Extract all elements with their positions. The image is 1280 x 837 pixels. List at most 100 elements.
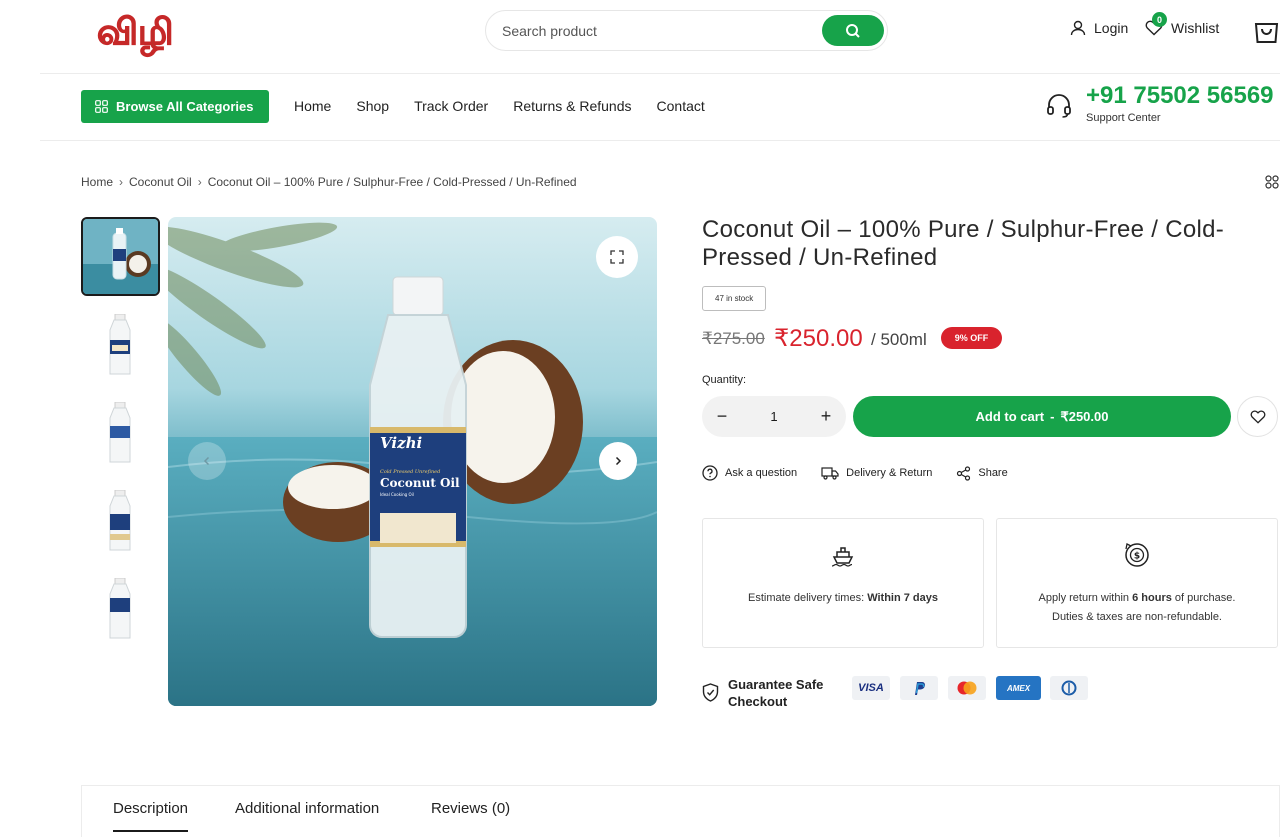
ask-question-link[interactable]: Ask a question (702, 465, 797, 481)
thumbnail-3[interactable] (81, 393, 160, 472)
thumbnail-list (81, 217, 161, 657)
diners-club-icon (1050, 676, 1088, 700)
breadcrumb: Home › Coconut Oil › Coconut Oil – 100% … (81, 175, 577, 189)
delivery-info-box: Estimate delivery times: Within 7 days (702, 518, 984, 648)
product-actions: Ask a question Delivery & Return Share (702, 465, 1008, 481)
product-thumbnail-image (83, 219, 158, 294)
nav-contact[interactable]: Contact (657, 98, 705, 114)
nav-shop[interactable]: Shop (356, 98, 389, 114)
wishlist-label: Wishlist (1171, 20, 1220, 36)
previous-image-button[interactable] (188, 442, 226, 480)
delivery-return-link[interactable]: Delivery & Return (821, 465, 932, 481)
chevron-right-icon (615, 456, 622, 466)
discount-badge: 9% OFF (941, 327, 1002, 349)
browse-categories-button[interactable]: Browse All Categories (81, 90, 269, 123)
truck-icon (821, 467, 839, 480)
header-divider (40, 73, 1280, 74)
visa-icon: VISA (852, 676, 890, 700)
return-money-icon: $ (1125, 543, 1149, 567)
nav-track-order[interactable]: Track Order (414, 98, 488, 114)
decrease-quantity-button[interactable]: − (712, 406, 732, 427)
add-to-cart-price: ₹250.00 (1060, 408, 1109, 424)
bottle-thumbnail-icon (109, 577, 130, 638)
sale-price: ₹250.00 (774, 325, 863, 352)
search-icon (846, 23, 860, 38)
return-info-line2: Duties & taxes are non-refundable. (1052, 611, 1222, 623)
breadcrumb-category[interactable]: Coconut Oil (129, 175, 192, 189)
bottle-subtitle: Cold Pressed Unrefined (380, 469, 440, 475)
tab-additional-information[interactable]: Additional information (235, 800, 379, 817)
thumbnail-5[interactable] (81, 569, 160, 648)
wishlist-count-badge: 0 (1152, 12, 1167, 27)
svg-text:$: $ (1134, 552, 1140, 562)
share-icon (957, 465, 971, 481)
nav-home[interactable]: Home (294, 98, 331, 114)
question-icon (702, 465, 718, 481)
thumbnail-2[interactable] (81, 305, 160, 384)
delivery-info-strong: Within 7 days (867, 592, 939, 604)
cart-button[interactable] (1253, 16, 1280, 49)
zoom-button[interactable] (596, 236, 638, 278)
login-label: Login (1094, 20, 1129, 36)
ask-question-label: Ask a question (725, 467, 798, 479)
quantity-value[interactable]: 1 (770, 409, 777, 424)
guarantee-checkout-label: Guarantee Safe Checkout (728, 677, 824, 709)
support-label: Support Center (1086, 112, 1161, 124)
breadcrumb-home[interactable]: Home (81, 175, 113, 189)
headset-icon (1046, 93, 1072, 124)
logo-text: விழி (97, 12, 173, 57)
login-link[interactable]: Login (1070, 20, 1128, 36)
chevron-left-icon (203, 456, 210, 466)
delivery-info-text: Estimate delivery times: (747, 592, 865, 604)
paypal-icon (900, 676, 938, 700)
shopping-bag-icon (1254, 23, 1279, 43)
expand-icon (610, 250, 624, 264)
delivery-return-label: Delivery & Return (846, 467, 933, 479)
shield-check-icon (702, 683, 719, 707)
chevron-right-icon: › (197, 175, 202, 189)
original-price: ₹275.00 (702, 329, 765, 348)
add-to-cart-button[interactable]: Add to cart - ₹250.00 (853, 396, 1231, 437)
return-info-text-2: of purchase. (1174, 592, 1236, 604)
thumbnail-1[interactable] (81, 217, 160, 296)
wishlist-link[interactable]: 0 Wishlist (1145, 12, 1220, 36)
browse-label: Browse All Categories (116, 99, 254, 114)
main-nav: Home Shop Track Order Returns & Refunds … (294, 98, 730, 114)
tab-description[interactable]: Description (113, 800, 189, 832)
search-button[interactable] (822, 15, 884, 46)
share-link[interactable]: Share (956, 465, 1008, 481)
quantity-label: Quantity: (702, 374, 747, 386)
increase-quantity-button[interactable]: + (816, 406, 836, 427)
user-icon (1070, 20, 1086, 36)
bottle-brand: Vizhi (380, 434, 422, 452)
grid-icon (95, 100, 108, 113)
search-bar (485, 10, 888, 51)
bottle-label: Vizhi Cold Pressed Unrefined Coconut Oil… (380, 434, 460, 497)
add-to-cart-label: Add to cart (975, 409, 1045, 424)
stock-badge: 47 in stock (702, 286, 767, 311)
add-to-wishlist-button[interactable] (1237, 396, 1278, 437)
tab-reviews[interactable]: Reviews (0) (431, 800, 510, 817)
return-info-box: $ Apply return within 6 hours of purchas… (996, 518, 1278, 648)
return-info-strong: 6 hours (1132, 592, 1172, 604)
search-input[interactable] (502, 21, 802, 41)
bottle-thumbnail-icon (109, 401, 130, 462)
bottle-name: Coconut Oil (380, 476, 460, 490)
add-to-cart-separator: - (1050, 409, 1055, 424)
site-logo[interactable]: விழி (95, 4, 195, 62)
chevron-right-icon: › (119, 175, 124, 189)
next-image-button[interactable] (599, 442, 637, 480)
return-info-text-1: Apply return within (1038, 592, 1130, 604)
bottle-thumbnail-icon (109, 313, 130, 374)
mastercard-icon (948, 676, 986, 700)
nav-returns[interactable]: Returns & Refunds (513, 98, 631, 114)
bottle-thumbnail-icon (109, 489, 130, 550)
breadcrumb-current: Coconut Oil – 100% Pure / Sulphur-Free /… (207, 175, 577, 189)
price-unit: / 500ml (871, 330, 927, 349)
grid-view-icon[interactable] (1265, 175, 1279, 194)
thumbnail-4[interactable] (81, 481, 160, 560)
quantity-stepper: − 1 + (702, 396, 846, 437)
ship-icon (831, 547, 854, 567)
amex-icon: AMEX (996, 676, 1041, 700)
phone-number[interactable]: +91 75502 56569 (1086, 82, 1274, 110)
